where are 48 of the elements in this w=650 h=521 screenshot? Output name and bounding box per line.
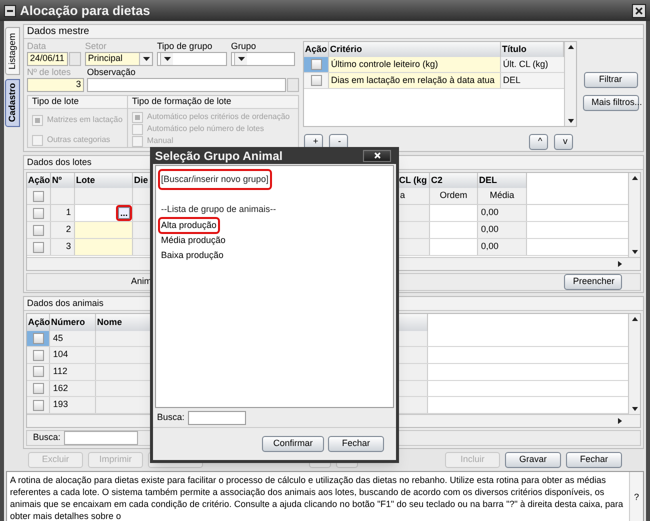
table-cell: DEL [501, 73, 564, 88]
field-label: Data [27, 41, 48, 52]
table-cell: Ordem [430, 188, 478, 204]
field-label: Observação [87, 67, 137, 78]
table-cell: 0,00 [478, 205, 527, 221]
column-header: C2 [430, 173, 478, 188]
field-label: Setor [85, 41, 108, 52]
help-text: A rotina de alocação para dietas existe para facilitar o processo de cálculo e utilização das dietas no rebanho. Utilize esta rotina para obter as médias referentes a cada lote. O sistema também permite a associação dos animais aos lotes, buscando de acordo com os diversos critérios disponíveis, os animais que se encaixam em cada condição de critério. Consulte a ajuda clicando no botão "F1" do seu teclado ou na barra "?" à direita desta caixa, para obter mais detalhes sobre o [9, 474, 624, 521]
list-heading: --Lista de grupo de animais-- [160, 203, 278, 216]
table-cell: Média [478, 188, 527, 204]
table-cell: 2 [51, 222, 75, 238]
option-label: Outras categorias [47, 134, 110, 146]
column-header: Ação [27, 314, 50, 331]
group-title: Tipo de formação de lote [128, 96, 298, 109]
option-label: Matrizes em lactação [47, 114, 123, 126]
column-header: Lote [75, 173, 133, 188]
column-header: CL (kg [398, 173, 430, 188]
table-cell: Último controle leiteiro (kg) [329, 57, 501, 72]
column-header: Número [50, 314, 96, 331]
field-label: Nº de lotes [27, 67, 72, 78]
table-cell: 1 [51, 205, 75, 221]
table-cell: 45 [50, 330, 96, 346]
window-title: Alocação para dietas [20, 2, 152, 20]
field-label: Busca: [157, 410, 185, 424]
column-header: Título [501, 42, 564, 57]
column-header: Nº [51, 173, 75, 188]
table-cell: 104 [50, 347, 96, 363]
field-label: Grupo [231, 41, 258, 52]
column-header: Ação [304, 42, 329, 57]
table-cell: Dias em lactação em relação à data atua [329, 73, 501, 88]
column-header: Ação [27, 173, 51, 188]
table-cell: 193 [50, 397, 96, 414]
column-header: Critério [329, 42, 501, 57]
table-cell: Últ. CL (kg) [501, 57, 564, 72]
table-cell: 0,00 [478, 239, 527, 255]
section-title: Dados mestre [24, 25, 643, 39]
table-cell: 3 [51, 239, 75, 255]
column-header: DEL [478, 173, 527, 188]
option-label: Automático pelo número de lotes [147, 123, 264, 135]
table-cell: 162 [50, 380, 96, 396]
option-label: Automático pelos critérios de ordenação [147, 111, 290, 123]
table-cell: a [398, 188, 430, 204]
field-label: Tipo de grupo [157, 41, 214, 52]
field-label: Busca: [33, 431, 61, 444]
option-label: Manual [147, 135, 174, 147]
group-title: Tipo de lote [28, 96, 127, 109]
table-cell: 0,00 [478, 222, 527, 238]
table-cell: 112 [50, 364, 96, 380]
